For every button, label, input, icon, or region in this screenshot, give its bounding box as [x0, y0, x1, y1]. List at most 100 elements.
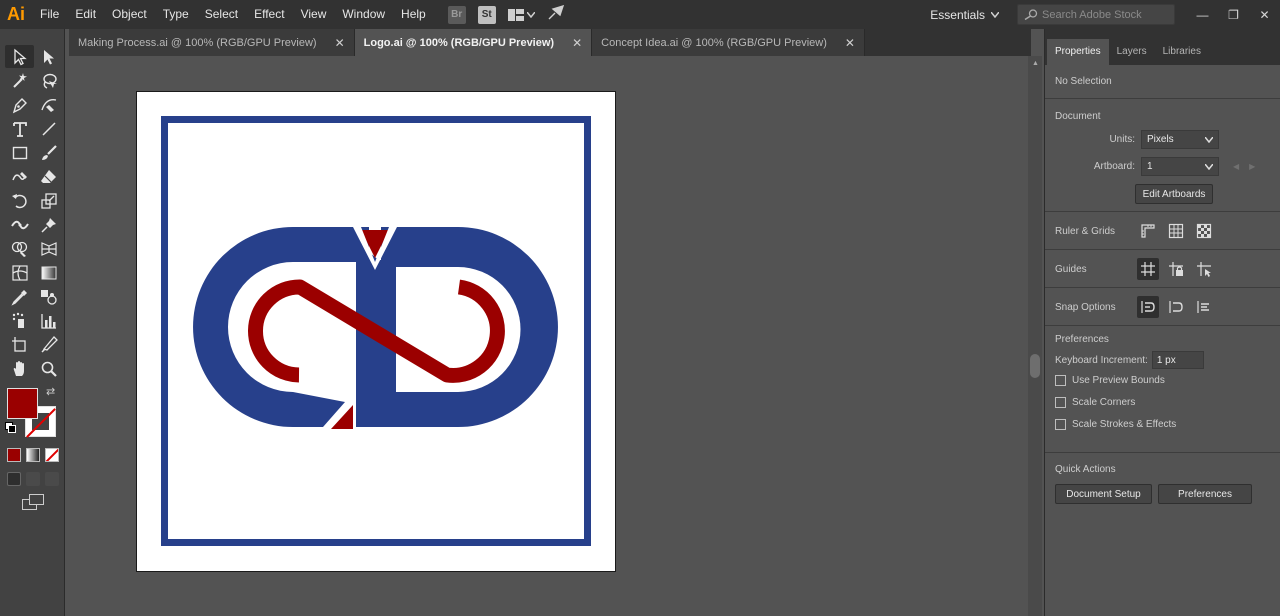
menu-object[interactable]: Object — [104, 0, 155, 29]
arrange-documents-icon[interactable] — [507, 8, 535, 21]
rulers-icon[interactable] — [1137, 220, 1159, 242]
hand-tool[interactable] — [5, 357, 34, 380]
lasso-icon — [42, 73, 57, 89]
selection-tool[interactable] — [5, 45, 34, 68]
tab-libraries[interactable]: Libraries — [1155, 39, 1209, 65]
scale-corners-checkbox[interactable] — [1055, 397, 1066, 408]
shaper-tool[interactable] — [5, 165, 34, 188]
eyedropper-tool[interactable] — [5, 285, 34, 308]
rotate-tool[interactable] — [5, 189, 34, 212]
shape-builder-tool[interactable] — [5, 237, 34, 260]
scale-tool[interactable] — [34, 189, 63, 212]
default-fill-stroke-icon[interactable] — [5, 422, 16, 433]
chevron-down-icon — [1205, 163, 1213, 170]
menu-select[interactable]: Select — [197, 0, 246, 29]
close-tab-icon[interactable]: ✕ — [572, 36, 582, 50]
stock-icon[interactable]: St — [477, 5, 496, 24]
gradient-tool[interactable] — [34, 261, 63, 284]
minimize-icon[interactable]: — — [1187, 8, 1218, 22]
artboard[interactable] — [136, 91, 616, 572]
blend-tool[interactable] — [34, 285, 63, 308]
lasso-tool[interactable] — [34, 69, 63, 92]
menu-view[interactable]: View — [293, 0, 335, 29]
smart-guides-icon[interactable] — [1193, 258, 1215, 280]
symbol-sprayer-tool[interactable] — [5, 309, 34, 332]
edit-artboards-button[interactable]: Edit Artboards — [1135, 184, 1213, 204]
mesh-icon — [11, 264, 28, 281]
tab-making-process[interactable]: Making Process.ai @ 100% (RGB/GPU Previe… — [69, 29, 355, 56]
eraser-tool[interactable] — [34, 165, 63, 188]
draw-behind-icon[interactable] — [26, 472, 40, 486]
menu-edit[interactable]: Edit — [67, 0, 104, 29]
tab-concept-idea[interactable]: Concept Idea.ai @ 100% (RGB/GPU Preview)… — [592, 29, 865, 56]
slice-tool[interactable] — [34, 333, 63, 356]
restore-icon[interactable]: ❐ — [1218, 8, 1249, 22]
gradient-mode-button[interactable] — [26, 448, 40, 462]
close-tab-icon[interactable]: ✕ — [845, 36, 855, 50]
artboard-tool[interactable] — [5, 333, 34, 356]
paintbrush-tool[interactable] — [34, 141, 63, 164]
transparency-grid-icon[interactable] — [1193, 220, 1215, 242]
menu-file[interactable]: File — [32, 0, 67, 29]
canvas-vertical-scrollbar[interactable]: ▲ — [1028, 56, 1042, 616]
canvas-area[interactable] — [69, 56, 1031, 616]
stock-search-input[interactable]: Search Adobe Stock — [1017, 4, 1175, 25]
line-segment-tool[interactable] — [34, 117, 63, 140]
tab-layers[interactable]: Layers — [1109, 39, 1155, 65]
scrollbar-thumb[interactable] — [1030, 354, 1040, 378]
fill-color-swatch[interactable] — [7, 388, 38, 419]
snap-to-grid-icon[interactable] — [1193, 296, 1215, 318]
none-mode-button[interactable] — [45, 448, 59, 462]
use-preview-bounds-row[interactable]: Use Preview Bounds — [1055, 375, 1270, 386]
type-tool[interactable] — [5, 117, 34, 140]
tab-properties[interactable]: Properties — [1047, 39, 1109, 65]
menu-window[interactable]: Window — [334, 0, 393, 29]
units-select[interactable]: Pixels — [1141, 130, 1219, 149]
menu-effect[interactable]: Effect — [246, 0, 292, 29]
document-title: Document — [1055, 111, 1101, 122]
close-icon[interactable]: ✕ — [1249, 8, 1280, 22]
close-tab-icon[interactable]: ✕ — [335, 36, 345, 50]
curvature-tool[interactable] — [34, 93, 63, 116]
perspective-grid-tool[interactable] — [34, 237, 63, 260]
grid-icon[interactable] — [1165, 220, 1187, 242]
draw-normal-icon[interactable] — [7, 472, 21, 486]
next-artboard-icon[interactable]: ▶ — [1249, 162, 1255, 171]
logo-artwork[interactable] — [137, 92, 617, 573]
previous-artboard-icon[interactable]: ◀ — [1233, 162, 1239, 171]
magic-wand-tool[interactable] — [5, 69, 34, 92]
preferences-button[interactable]: Preferences — [1158, 484, 1252, 504]
color-mode-button[interactable] — [7, 448, 21, 462]
menu-help[interactable]: Help — [393, 0, 434, 29]
snap-to-pixel-icon[interactable] — [1165, 296, 1187, 318]
scale-strokes-effects-row[interactable]: Scale Strokes & Effects — [1055, 419, 1270, 430]
draw-inside-icon[interactable] — [45, 472, 59, 486]
direct-selection-tool[interactable] — [34, 45, 63, 68]
pen-tool[interactable] — [5, 93, 34, 116]
keyboard-increment-input[interactable]: 1 px — [1151, 351, 1204, 369]
show-guides-icon[interactable] — [1137, 258, 1159, 280]
width-tool[interactable] — [5, 213, 34, 236]
screen-mode-icon[interactable] — [22, 494, 44, 510]
keyboard-increment-label: Keyboard Increment: — [1055, 354, 1148, 366]
gpu-performance-icon[interactable] — [547, 4, 565, 24]
scroll-up-arrow-icon[interactable]: ▲ — [1032, 60, 1039, 67]
puppet-warp-tool[interactable] — [34, 213, 63, 236]
document-setup-button[interactable]: Document Setup — [1055, 484, 1152, 504]
artboard-select[interactable]: 1 — [1141, 157, 1219, 176]
tab-logo[interactable]: Logo.ai @ 100% (RGB/GPU Preview) ✕ — [354, 29, 593, 56]
column-graph-tool[interactable] — [34, 309, 63, 332]
workspace-switcher[interactable]: Essentials — [922, 8, 1007, 22]
zoom-tool[interactable] — [34, 357, 63, 380]
rectangle-tool[interactable] — [5, 141, 34, 164]
snap-to-point-icon[interactable] — [1137, 296, 1159, 318]
scale-corners-row[interactable]: Scale Corners — [1055, 397, 1270, 408]
lock-guides-icon[interactable] — [1165, 258, 1187, 280]
use-preview-bounds-checkbox[interactable] — [1055, 375, 1066, 386]
bridge-icon[interactable]: Br — [447, 5, 466, 24]
slice-knife-icon — [40, 335, 58, 353]
swap-fill-stroke-icon[interactable]: ⇄ — [46, 385, 55, 398]
scale-strokes-effects-checkbox[interactable] — [1055, 419, 1066, 430]
mesh-tool[interactable] — [5, 261, 34, 284]
menu-type[interactable]: Type — [155, 0, 197, 29]
